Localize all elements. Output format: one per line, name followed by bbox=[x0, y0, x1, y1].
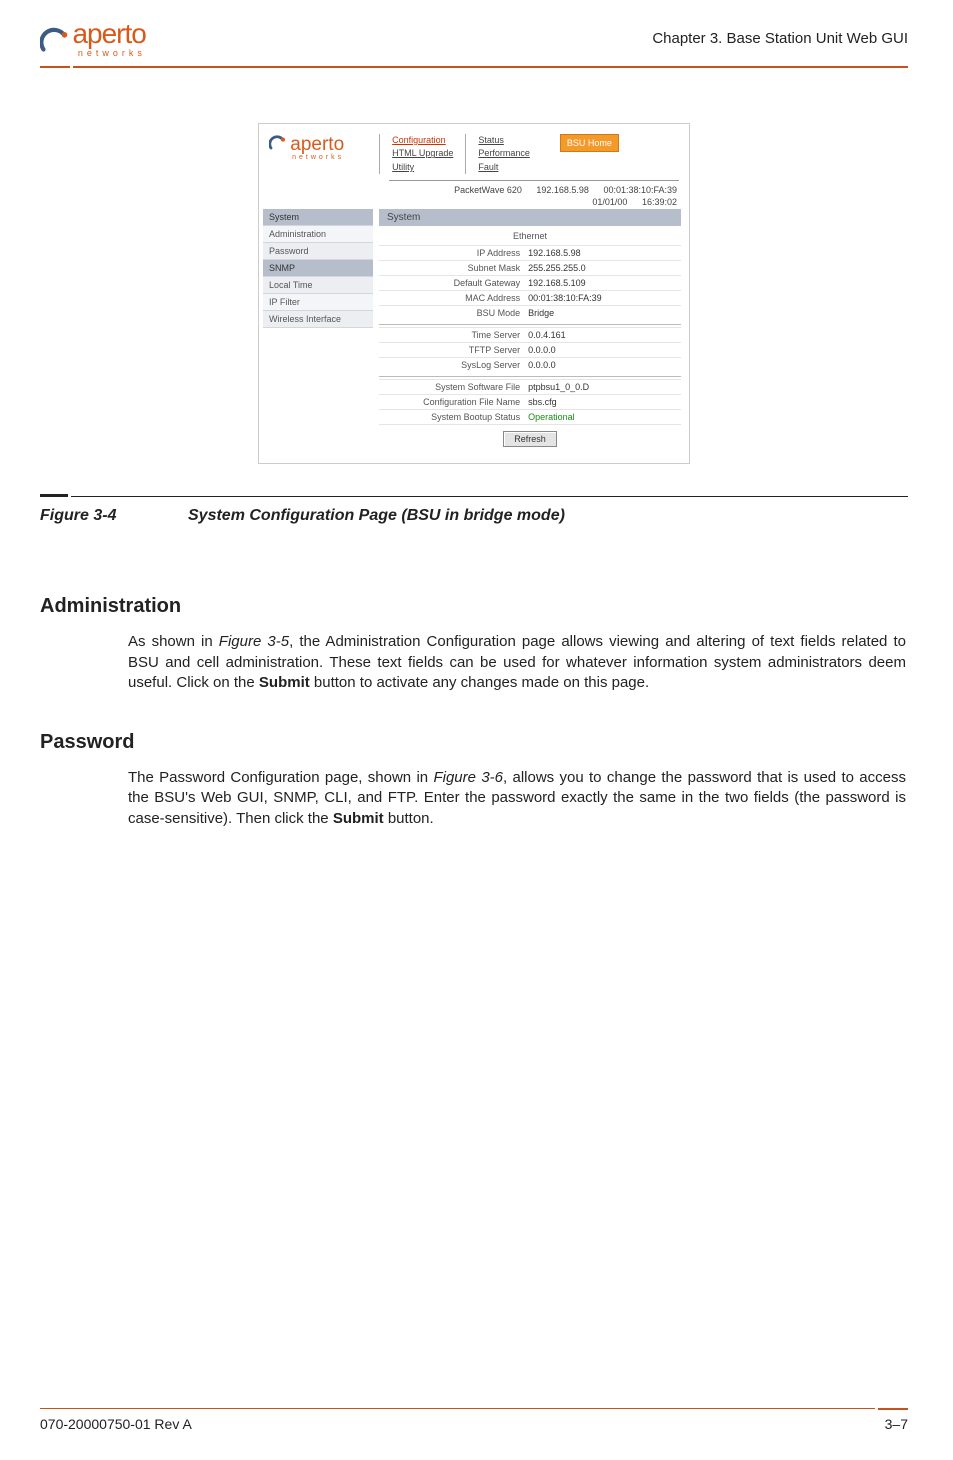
table-row: System Bootup StatusOperational bbox=[379, 409, 681, 424]
figure-separator bbox=[40, 494, 908, 497]
submit-reference: Submit bbox=[333, 810, 384, 827]
figure-caption: Figure 3-4System Configuration Page (BSU… bbox=[40, 507, 908, 525]
screenshot-logo-name: aperto bbox=[290, 134, 344, 155]
sidebar-item-password[interactable]: Password bbox=[263, 243, 373, 260]
sidebar-item-system[interactable]: System bbox=[263, 209, 373, 226]
para-password: The Password Configuration page, shown i… bbox=[128, 768, 906, 829]
submit-reference: Submit bbox=[259, 674, 310, 691]
heading-password: Password bbox=[40, 731, 908, 754]
header-rule bbox=[40, 66, 908, 68]
table-row: MAC Address00:01:38:10:FA:39 bbox=[379, 290, 681, 305]
figure-reference: Figure 3-5 bbox=[219, 633, 289, 650]
footer-rule bbox=[40, 1408, 908, 1410]
device-ip: 192.168.5.98 bbox=[536, 185, 589, 195]
device-status-line: PacketWave 620 192.168.5.98 00:01:38:10:… bbox=[259, 181, 689, 197]
footer-doc-id: 070-20000750-01 Rev A bbox=[40, 1416, 192, 1432]
logo-name: aperto bbox=[72, 18, 145, 49]
aperto-mark-icon bbox=[40, 25, 68, 53]
nav-performance[interactable]: Performance bbox=[478, 148, 530, 158]
chapter-title: Chapter 3. Base Station Unit Web GUI bbox=[652, 30, 908, 47]
sidebar-item-wireless-interface[interactable]: Wireless Interface bbox=[263, 311, 373, 328]
table-row: SysLog Server0.0.0.0 bbox=[379, 357, 681, 372]
screenshot-logo-sub: networks bbox=[269, 154, 344, 161]
panel-subhead-ethernet: Ethernet bbox=[379, 229, 681, 245]
nav-utility[interactable]: Utility bbox=[392, 162, 414, 172]
sidebar-item-administration[interactable]: Administration bbox=[263, 226, 373, 243]
table-row: BSU ModeBridge bbox=[379, 305, 681, 320]
para-administration: As shown in Figure 3-5, the Administrati… bbox=[128, 632, 906, 693]
device-date: 01/01/00 bbox=[592, 197, 627, 207]
bsu-home-button[interactable]: BSU Home bbox=[560, 134, 619, 152]
device-time: 16:39:02 bbox=[642, 197, 677, 207]
sidebar-item-snmp[interactable]: SNMP bbox=[263, 260, 373, 277]
table-row: Time Server0.0.4.161 bbox=[379, 327, 681, 342]
heading-administration: Administration bbox=[40, 595, 908, 618]
aperto-mark-icon bbox=[269, 134, 285, 150]
table-row: Subnet Mask255.255.255.0 bbox=[379, 260, 681, 275]
figure-reference: Figure 3-6 bbox=[433, 769, 503, 786]
page-logo: aperto networks bbox=[40, 20, 146, 58]
nav-configuration[interactable]: Configuration bbox=[392, 135, 446, 145]
device-mac: 00:01:38:10:FA:39 bbox=[603, 185, 677, 195]
device-model: PacketWave 620 bbox=[454, 185, 522, 195]
table-row: Configuration File Namesbs.cfg bbox=[379, 394, 681, 409]
figure-screenshot: aperto networks Configuration HTML Upgra… bbox=[258, 123, 690, 465]
table-row: TFTP Server0.0.0.0 bbox=[379, 342, 681, 357]
nav-fault[interactable]: Fault bbox=[478, 162, 498, 172]
table-row: IP Address192.168.5.98 bbox=[379, 245, 681, 260]
table-row: System Software Fileptpbsu1_0_0.D bbox=[379, 379, 681, 394]
screenshot-logo: aperto networks bbox=[269, 134, 344, 161]
footer-page-number: 3–7 bbox=[885, 1416, 908, 1432]
nav-html-upgrade[interactable]: HTML Upgrade bbox=[392, 148, 453, 158]
refresh-button[interactable]: Refresh bbox=[503, 431, 557, 447]
figure-number: Figure 3-4 bbox=[40, 507, 188, 525]
nav-status[interactable]: Status bbox=[478, 135, 504, 145]
figure-title: System Configuration Page (BSU in bridge… bbox=[188, 507, 565, 524]
panel-title-system: System bbox=[379, 209, 681, 226]
sidebar-item-ip-filter[interactable]: IP Filter bbox=[263, 294, 373, 311]
table-row: Default Gateway192.168.5.109 bbox=[379, 275, 681, 290]
config-sidebar: System Administration Password SNMP Loca… bbox=[263, 209, 373, 449]
sidebar-item-local-time[interactable]: Local Time bbox=[263, 277, 373, 294]
